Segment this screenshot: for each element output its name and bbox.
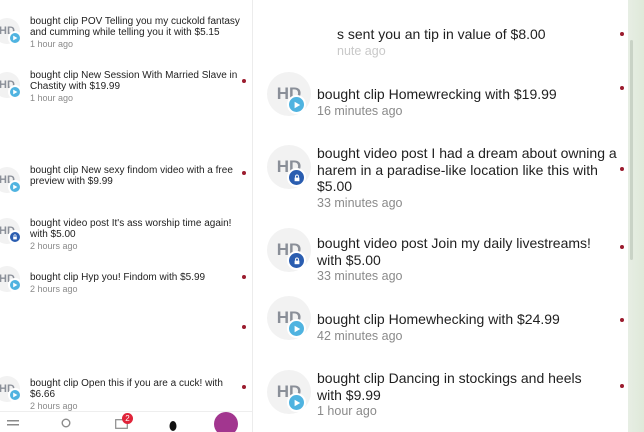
notification-text: bought clip Hyp you! Findom with $5.99 (30, 272, 206, 283)
notification-text: bought video post I had a dream about ow… (317, 145, 617, 194)
notification-time: 33 minutes ago (317, 269, 403, 283)
lock-icon (8, 230, 22, 244)
notification-text: bought clip New Session With Married Sla… (30, 70, 238, 92)
avatar[interactable] (214, 412, 238, 432)
notification-text: bought clip POV Telling you my cuckold f… (30, 16, 240, 38)
notification-time: 2 hours ago (30, 401, 78, 411)
play-icon (8, 278, 22, 292)
notification-text: bought clip Homewrecking with $19.99 (317, 86, 557, 102)
play-icon (8, 180, 22, 194)
notification-time: 2 hours ago (30, 284, 78, 294)
unread-dot (620, 245, 624, 249)
notification-text: bought clip Homewhecking with $24.99 (317, 311, 560, 327)
play-icon (287, 393, 306, 412)
notification-time: 16 minutes ago (317, 103, 403, 118)
message-count-badge: 2 (122, 413, 133, 424)
play-icon (287, 95, 306, 114)
unread-dot (242, 275, 246, 279)
unread-dot (242, 325, 246, 329)
notification-time: nute ago (337, 43, 386, 58)
unread-dot (620, 318, 624, 322)
unread-dot (242, 385, 246, 389)
notification-text: s sent you an tip in value of $8.00 (337, 26, 546, 42)
lock-icon (287, 168, 306, 187)
notification-text: bought video post It's ass worship time … (30, 218, 232, 240)
notification-text: bought video post Join my daily livestre… (317, 235, 591, 268)
play-icon (8, 388, 22, 402)
play-icon (8, 31, 22, 45)
unread-dot (620, 167, 624, 171)
unread-dot (242, 79, 246, 83)
unread-dot (620, 384, 624, 388)
notification-time: 1 hour ago (317, 404, 377, 418)
notification-text: bought clip Dancing in stockings and hee… (317, 370, 582, 403)
notification-time: 42 minutes ago (317, 328, 403, 343)
play-icon (287, 319, 306, 338)
play-icon (8, 85, 22, 99)
lock-icon (287, 251, 306, 270)
unread-dot (242, 171, 246, 175)
left-notification-panel: HD bought clip POV Telling you my cuckol… (0, 0, 253, 432)
notification-time: 33 minutes ago (317, 195, 403, 210)
search-icon[interactable] (58, 415, 76, 432)
unread-dot (620, 32, 624, 36)
notification-time: 2 hours ago (30, 241, 78, 251)
notification-text: bought clip New sexy findom video with a… (30, 165, 233, 187)
notification-time: 1 hour ago (30, 93, 74, 103)
unread-dot (620, 86, 624, 90)
scrollbar[interactable] (630, 40, 633, 260)
notification-text: bought clip Open this if you are a cuck!… (30, 378, 223, 400)
messages-icon[interactable]: 2 (112, 413, 133, 432)
profile-icon[interactable] (164, 415, 182, 432)
right-notification-panel: s sent you an tip in value of $8.00 nute… (253, 0, 644, 432)
notification-time: 1 hour ago (30, 39, 74, 49)
bottom-navigation: 2 (0, 411, 253, 432)
home-icon[interactable] (4, 415, 22, 432)
